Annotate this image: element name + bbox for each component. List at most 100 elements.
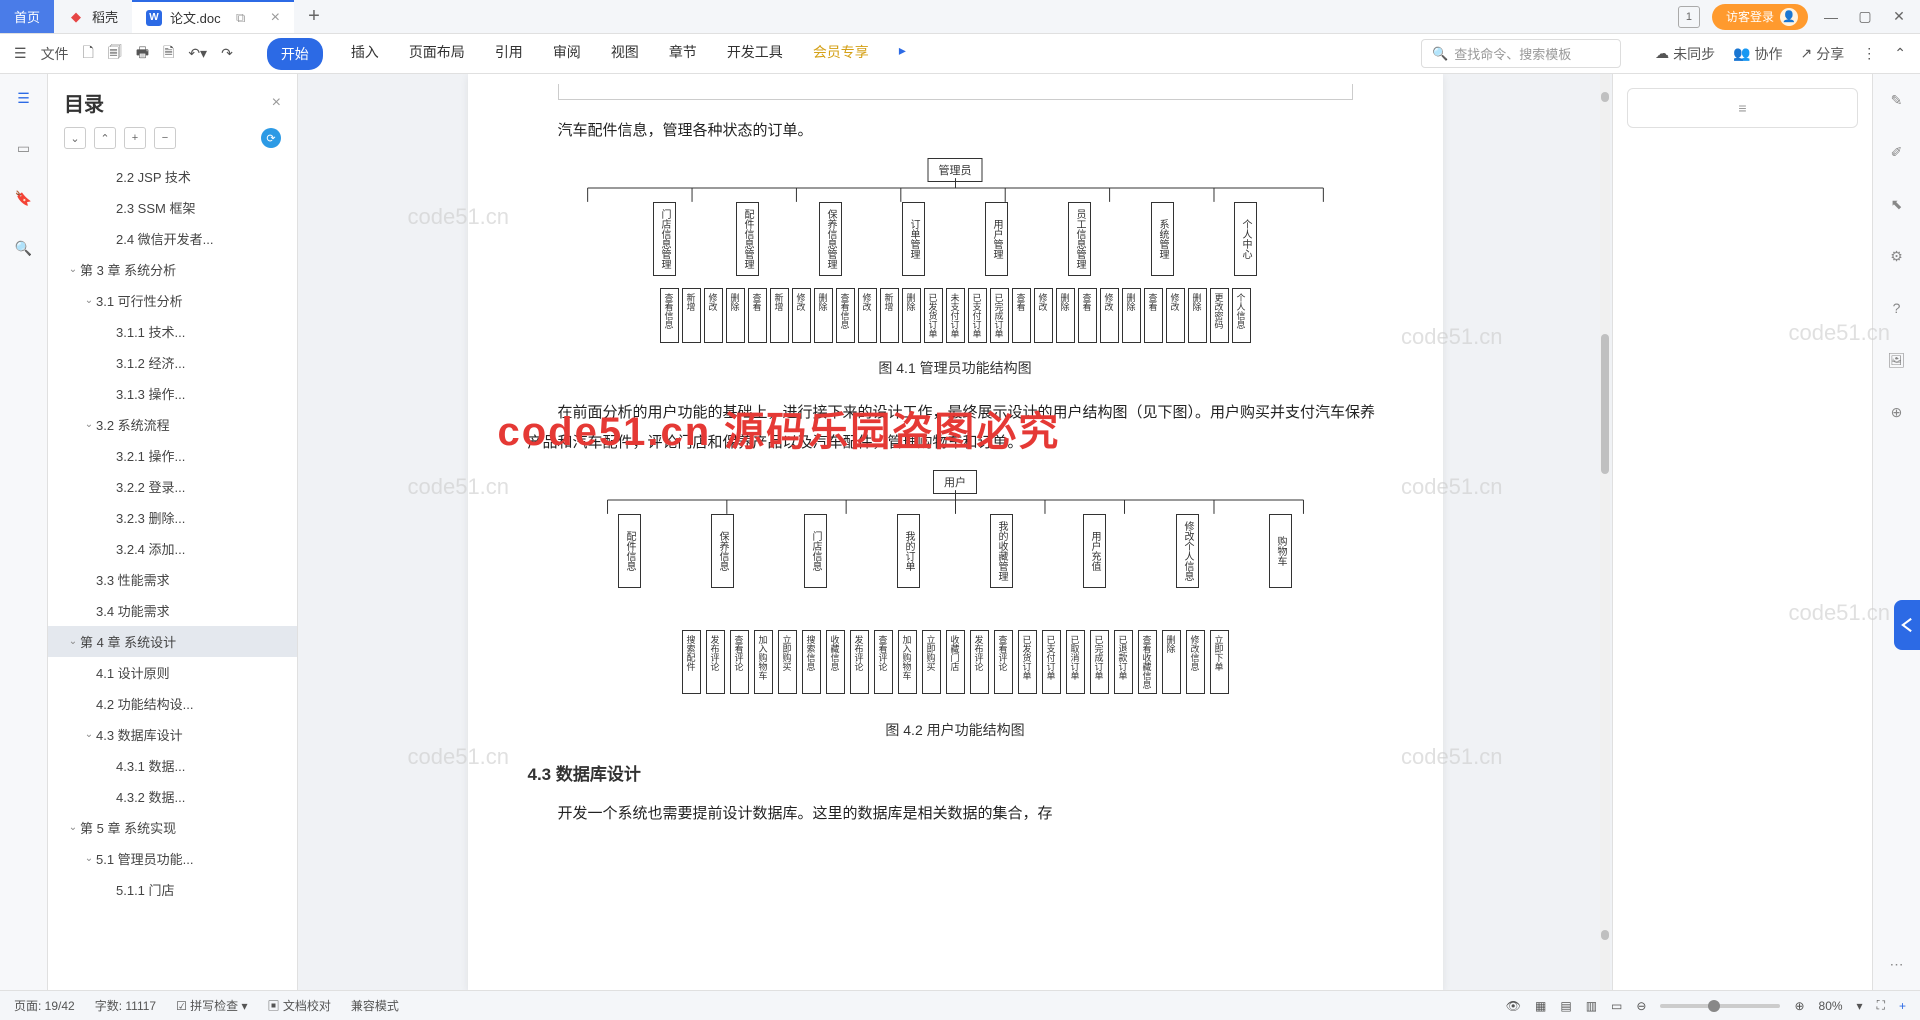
view-focus-icon[interactable]: ▭: [1611, 999, 1622, 1013]
new-tab-button[interactable]: +: [294, 0, 334, 33]
toc-item[interactable]: 4.1 设计原则: [48, 657, 297, 688]
side-pull-tab[interactable]: [1894, 600, 1920, 650]
undo-icon[interactable]: ↶▾: [188, 45, 207, 62]
rail-settings-icon[interactable]: ⚙: [1885, 244, 1909, 268]
scroll-bot-icon[interactable]: [1601, 930, 1609, 940]
collapse-ribbon-icon[interactable]: ⌃: [1894, 45, 1906, 62]
add-status-icon[interactable]: +: [1899, 999, 1906, 1013]
tab-close-icon[interactable]: ×: [271, 9, 280, 27]
zoom-slider[interactable]: [1660, 1004, 1780, 1008]
toc-item[interactable]: ⌄3.1 可行性分析: [48, 285, 297, 316]
tab-split-icon[interactable]: ⧉: [229, 10, 253, 26]
toc-item[interactable]: 3.2.1 操作...: [48, 440, 297, 471]
window-counter[interactable]: 1: [1678, 6, 1700, 28]
ribbon-start[interactable]: 开始: [267, 38, 323, 70]
scroll-thumb[interactable]: [1601, 334, 1609, 474]
toc-item[interactable]: ⌄第 4 章 系统设计: [48, 626, 297, 657]
zoom-out-icon[interactable]: ⊖: [1636, 999, 1646, 1013]
toc-item[interactable]: ⌄第 5 章 系统实现: [48, 812, 297, 843]
rail-bookmark-icon[interactable]: 🔖: [12, 186, 36, 210]
view-page-icon[interactable]: ▦: [1535, 999, 1546, 1013]
toc-item[interactable]: 4.2 功能结构设...: [48, 688, 297, 719]
status-proof[interactable]: ▣ 文档校对: [268, 997, 331, 1014]
status-spell[interactable]: ☑ 拼写检查 ▾: [176, 997, 247, 1014]
toc-item[interactable]: 3.2.3 删除...: [48, 502, 297, 533]
view-outline-icon[interactable]: ▥: [1586, 999, 1597, 1013]
menu-icon[interactable]: ☰: [14, 45, 27, 62]
ribbon-layout[interactable]: 页面布局: [407, 38, 467, 70]
scroll-top-icon[interactable]: [1601, 92, 1609, 102]
status-words[interactable]: 字数: 11117: [95, 997, 156, 1014]
ribbon-view[interactable]: 视图: [609, 38, 641, 70]
ribbon-chapter[interactable]: 章节: [667, 38, 699, 70]
scrollbar[interactable]: [1600, 74, 1610, 990]
toc-item[interactable]: 3.1.1 技术...: [48, 316, 297, 347]
login-badge[interactable]: 访客登录 👤: [1712, 4, 1808, 30]
tab-home[interactable]: 首页: [0, 0, 54, 33]
ribbon-vip[interactable]: 会员专享: [811, 38, 871, 70]
toc-item[interactable]: 3.1.2 经济...: [48, 347, 297, 378]
toc-item[interactable]: 5.1.1 门店: [48, 874, 297, 905]
toc-item[interactable]: ⌄3.2 系统流程: [48, 409, 297, 440]
toc-refresh-icon[interactable]: ⟳: [261, 128, 281, 148]
sync-button[interactable]: ☁ 未同步: [1655, 44, 1715, 64]
rail-tool-2-icon[interactable]: ✐: [1885, 140, 1909, 164]
maximize-button[interactable]: ▢: [1854, 6, 1876, 28]
status-compat[interactable]: 兼容模式: [351, 997, 399, 1014]
ribbon-review[interactable]: 审阅: [551, 38, 583, 70]
toc-item[interactable]: 3.2.4 添加...: [48, 533, 297, 564]
rail-image-icon[interactable]: 🖼: [1885, 348, 1909, 372]
view-read-icon[interactable]: 👁: [1506, 999, 1521, 1013]
more-icon[interactable]: ⋮: [1862, 45, 1876, 62]
toc-item[interactable]: 2.2 JSP 技术: [48, 161, 297, 192]
rail-outline-icon[interactable]: ☰: [12, 86, 36, 110]
rail-nav-icon[interactable]: ▭: [12, 136, 36, 160]
rail-search-icon[interactable]: 🔍: [12, 236, 36, 260]
toc-item[interactable]: 3.4 功能需求: [48, 595, 297, 626]
fullscreen-icon[interactable]: ⛶: [1877, 998, 1885, 1013]
tab-document[interactable]: W 论文.doc ⧉ ×: [132, 0, 294, 33]
toc-item[interactable]: 2.4 微信开发者...: [48, 223, 297, 254]
ribbon-ref[interactable]: 引用: [493, 38, 525, 70]
rail-more-icon[interactable]: ⋯: [1885, 952, 1909, 976]
toc-item[interactable]: 3.1.3 操作...: [48, 378, 297, 409]
note-card[interactable]: ≡: [1627, 88, 1858, 128]
save-as-icon[interactable]: 🗐: [108, 42, 122, 66]
toc-item[interactable]: 4.3.1 数据...: [48, 750, 297, 781]
share-button[interactable]: ↗ 分享: [1801, 44, 1845, 64]
collab-button[interactable]: 👥 协作: [1733, 44, 1782, 64]
ribbon-insert[interactable]: 插入: [349, 38, 381, 70]
toc-add[interactable]: +: [124, 127, 146, 149]
sidebar-close-icon[interactable]: ×: [272, 94, 281, 112]
toc-item[interactable]: 3.3 性能需求: [48, 564, 297, 595]
toc-item[interactable]: 3.2.2 登录...: [48, 471, 297, 502]
rail-help-icon[interactable]: ?: [1885, 296, 1909, 320]
save-icon[interactable]: 🗋: [83, 42, 94, 66]
ribbon-dev[interactable]: 开发工具: [725, 38, 785, 70]
redo-icon[interactable]: ↷: [221, 45, 233, 62]
toc-item[interactable]: 2.3 SSM 框架: [48, 192, 297, 223]
toc-expand-all[interactable]: ⌃: [94, 127, 116, 149]
zoom-in-icon[interactable]: ⊕: [1794, 999, 1804, 1013]
zoom-value[interactable]: 80%: [1819, 999, 1843, 1013]
rail-cloud-icon[interactable]: ⊕: [1885, 400, 1909, 424]
zoom-dropdown-icon[interactable]: ▾: [1857, 999, 1863, 1013]
rail-tool-1-icon[interactable]: ✎: [1885, 88, 1909, 112]
toc-item[interactable]: ⌄第 3 章 系统分析: [48, 254, 297, 285]
view-web-icon[interactable]: ▤: [1560, 999, 1571, 1013]
minimize-button[interactable]: —: [1820, 6, 1842, 28]
tab-shell[interactable]: ◆ 稻壳: [54, 0, 132, 33]
rail-select-icon[interactable]: ⬉: [1885, 192, 1909, 216]
close-button[interactable]: ✕: [1888, 6, 1910, 28]
toc-item[interactable]: ⌄5.1 管理员功能...: [48, 843, 297, 874]
search-input[interactable]: 🔍 查找命令、搜索模板: [1421, 39, 1621, 68]
toc-collapse-all[interactable]: ⌄: [64, 127, 86, 149]
status-page[interactable]: 页面: 19/42: [14, 997, 75, 1014]
print-icon[interactable]: 🖶: [136, 42, 149, 66]
preview-icon[interactable]: 🗎: [163, 42, 174, 66]
file-menu[interactable]: 文件: [41, 44, 69, 64]
toc-item[interactable]: ⌄4.3 数据库设计: [48, 719, 297, 750]
toc-item[interactable]: 4.3.2 数据...: [48, 781, 297, 812]
ribbon-more[interactable]: ▸: [897, 38, 908, 70]
toc-remove[interactable]: −: [154, 127, 176, 149]
